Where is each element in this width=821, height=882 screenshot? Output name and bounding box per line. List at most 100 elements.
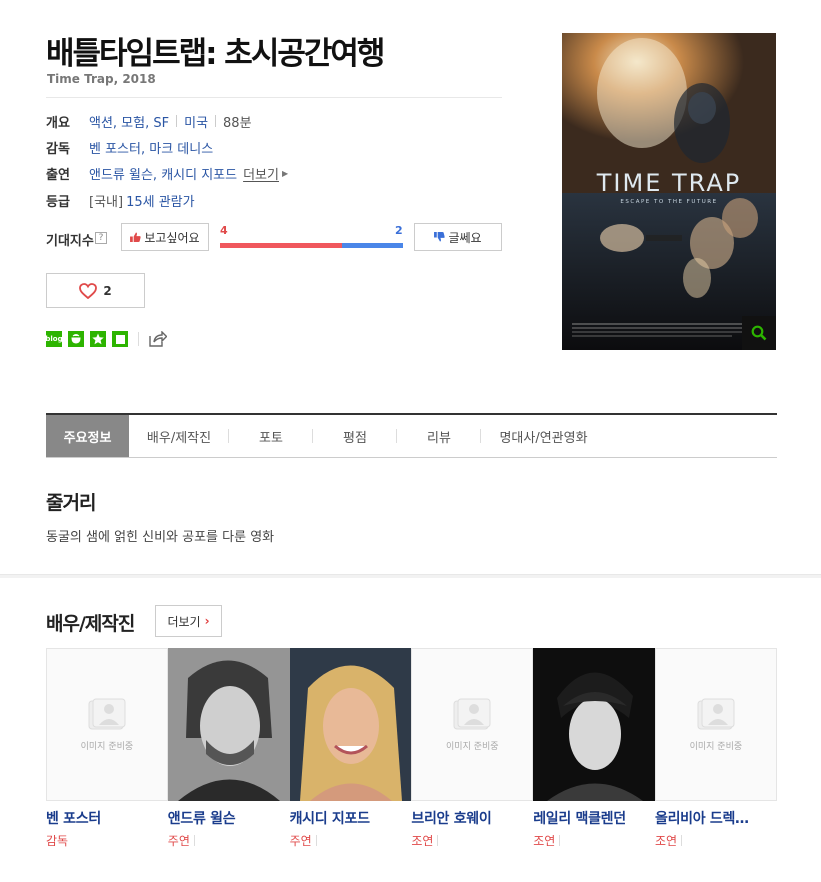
director-label: 감독 [46,141,70,157]
thumbs-up-icon [130,232,142,242]
chevron-right-icon: › [204,614,210,628]
person-role: 조연 [655,832,777,849]
not-sure-button[interactable]: 글쎄요 [414,223,502,251]
expectation-label: 기대지수 [46,234,94,249]
cast-card[interactable]: 앤드류 윌슨 주연 [167,648,290,849]
person-photo-image [289,648,412,801]
want-count: 4 [220,224,228,237]
thumbs-down-icon [434,232,446,242]
magnifier-icon [751,325,767,341]
cast-card[interactable]: 레일리 맥클렌던 조연 [533,648,655,849]
separator [559,835,561,846]
person-photo-image [167,648,290,801]
not-count: 2 [395,224,403,237]
runtime: 88분 [223,115,252,131]
person-name[interactable]: 브리안 호웨이 [411,808,533,828]
tab-label: 배우/제작진 [146,430,212,446]
plot-text: 동굴의 샘에 얽힌 신비와 공포를 다룬 영화 [46,530,275,545]
tab-label: 포토 [259,430,283,446]
cast-link[interactable]: 앤드류 윌슨, 캐시디 지포드 [89,164,237,183]
person-role: 조연 [533,832,655,849]
heart-icon [79,282,98,299]
like-button[interactable]: 2 [46,273,145,308]
not-label: 글쎄요 [448,230,482,245]
director-row: 감독 벤 포스터, 마크 데니스 [46,134,288,160]
separator [176,115,178,128]
movie-poster[interactable]: TIME TRAP ESCAPE TO THE FUTURE [562,33,776,350]
tab-label: 주요정보 [63,430,112,446]
person-name[interactable]: 앤드류 윌슨 [168,808,290,828]
movie-info: 개요 액션, 모험, SF 미국 88분 감독 벤 포스터, 마크 데니스 출연… [46,108,288,213]
separator [315,835,317,846]
rating-link[interactable]: 15세 관람가 [126,191,195,210]
no-photo-text: 이미지 준비중 [446,742,499,752]
section-divider [0,574,821,578]
person-photo [289,648,412,801]
memo-share-icon[interactable] [112,331,128,347]
cast-list: 이미지 준비중 벤 포스터 감독 앤드류 윌슨 주연 캐시디 지포드 주연 이미… [46,648,777,849]
cast-row: 출연 앤드류 윌슨, 캐시디 지포드 더보기 ▶ [46,161,288,187]
photo-placeholder-icon [697,698,735,730]
rating-label: 등급 [46,194,70,210]
cast-card[interactable]: 이미지 준비중 브리안 호웨이 조연 [411,648,534,849]
cast-card[interactable]: 캐시디 지포드 주연 [289,648,412,849]
person-role: 주연 [290,832,412,849]
tab-label: 명대사/연관영화 [499,430,588,446]
person-role: 감독 [46,834,69,848]
person-photo-image [533,648,655,801]
rating-row: 등급 [국내] 15세 관람가 [46,187,288,213]
movie-title: 배틀타임트랩: 초시공간여행 [46,36,385,72]
tab-rating[interactable]: 평점 [313,415,397,457]
cast-card[interactable]: 이미지 준비중 벤 포스터 감독 [46,648,168,849]
tab-photo[interactable]: 포토 [229,415,313,457]
separator [193,835,195,846]
separator [215,115,217,128]
tab-label: 리뷰 [427,430,451,446]
caret-right-icon: ▶ [281,169,289,179]
person-role: 조연 [411,832,533,849]
cast-label: 출연 [46,168,70,184]
overview-label: 개요 [46,115,70,131]
share-bar: blog [45,331,167,347]
person-photo [533,648,655,801]
person-name[interactable]: 레일리 맥클렌던 [533,808,655,828]
want-to-see-button[interactable]: 보고싶어요 [121,223,209,251]
tab-bar: 주요정보 배우/제작진 포토 평점 리뷰 명대사/연관영화 [46,415,777,458]
no-photo-text: 이미지 준비중 [80,742,134,752]
poster-image: TIME TRAP ESCAPE TO THE FUTURE [562,33,776,350]
plot-heading: 줄거리 [46,492,96,514]
svg-text:TIME TRAP: TIME TRAP [596,169,742,197]
person-name[interactable]: 벤 포스터 [46,808,168,828]
person-photo [167,648,290,801]
help-icon[interactable]: ? [95,232,107,244]
country-link[interactable]: 미국 [184,112,208,131]
genres-link[interactable]: 액션, 모험, SF [89,112,169,131]
blog-share-icon[interactable]: blog [45,331,63,347]
share-icon[interactable] [149,331,167,347]
tab-cast-crew[interactable]: 배우/제작진 [129,415,229,457]
directors-link[interactable]: 벤 포스터, 마크 데니스 [89,138,213,157]
person-role: 주연 [168,832,290,849]
separator [437,835,439,846]
tab-review[interactable]: 리뷰 [397,415,481,457]
no-photo-placeholder: 이미지 준비중 [411,648,534,801]
person-name[interactable]: 올리비아 드렉… [655,808,777,828]
want-label: 보고싶어요 [144,230,200,245]
photo-placeholder-icon [453,698,491,730]
separator [681,835,683,846]
bookmark-share-icon[interactable] [90,331,106,347]
zoom-button[interactable] [742,316,776,350]
person-name[interactable]: 캐시디 지포드 [290,808,412,828]
cast-more-link[interactable]: 더보기 [243,164,279,183]
no-photo-placeholder: 이미지 준비중 [654,648,777,801]
expectation-index: 기대지수 ? 보고싶어요 4 2 글쎄요 [46,223,506,253]
cast-more-button[interactable]: 더보기 › [155,605,222,637]
tab-label: 평점 [343,430,367,446]
cast-card[interactable]: 이미지 준비중 올리비아 드렉… 조연 [654,648,777,849]
divider [46,97,502,98]
tab-quotes-related[interactable]: 명대사/연관영화 [481,415,606,457]
tab-main-info[interactable]: 주요정보 [46,415,129,457]
cafe-share-icon[interactable] [68,331,84,347]
like-count: 2 [103,283,112,298]
rating-prefix: [국내] [89,194,124,210]
